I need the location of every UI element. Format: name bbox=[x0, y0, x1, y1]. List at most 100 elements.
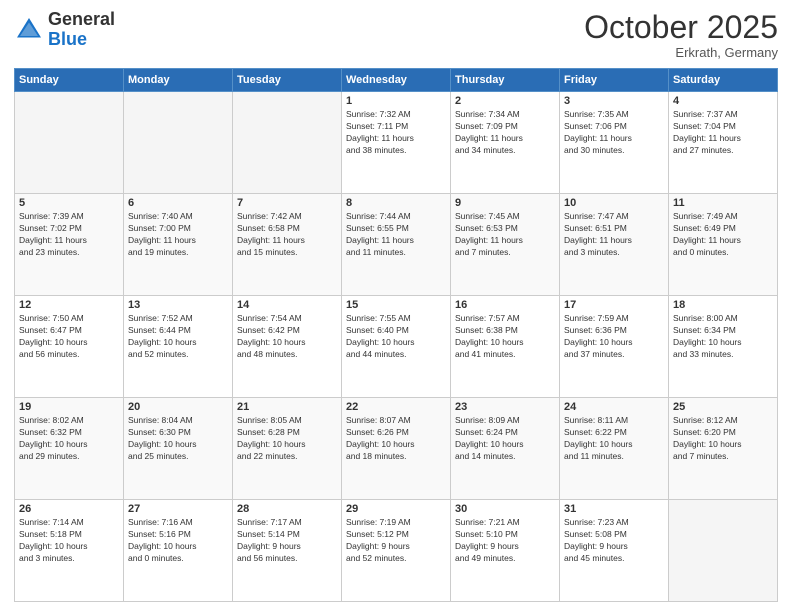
calendar-cell: 29Sunrise: 7:19 AM Sunset: 5:12 PM Dayli… bbox=[342, 500, 451, 602]
location: Erkrath, Germany bbox=[584, 45, 778, 60]
calendar-weekday-monday: Monday bbox=[124, 69, 233, 92]
calendar-weekday-saturday: Saturday bbox=[669, 69, 778, 92]
logo-blue: Blue bbox=[48, 29, 87, 49]
day-number: 3 bbox=[564, 95, 664, 107]
calendar-cell: 25Sunrise: 8:12 AM Sunset: 6:20 PM Dayli… bbox=[669, 398, 778, 500]
day-info: Sunrise: 7:44 AM Sunset: 6:55 PM Dayligh… bbox=[346, 211, 446, 259]
calendar-weekday-thursday: Thursday bbox=[451, 69, 560, 92]
logo-text: General Blue bbox=[48, 10, 115, 50]
day-info: Sunrise: 8:07 AM Sunset: 6:26 PM Dayligh… bbox=[346, 415, 446, 463]
day-number: 11 bbox=[673, 197, 773, 209]
day-info: Sunrise: 8:05 AM Sunset: 6:28 PM Dayligh… bbox=[237, 415, 337, 463]
day-info: Sunrise: 8:12 AM Sunset: 6:20 PM Dayligh… bbox=[673, 415, 773, 463]
day-info: Sunrise: 7:35 AM Sunset: 7:06 PM Dayligh… bbox=[564, 109, 664, 157]
day-info: Sunrise: 7:14 AM Sunset: 5:18 PM Dayligh… bbox=[19, 517, 119, 565]
day-number: 8 bbox=[346, 197, 446, 209]
day-info: Sunrise: 7:59 AM Sunset: 6:36 PM Dayligh… bbox=[564, 313, 664, 361]
calendar-weekday-tuesday: Tuesday bbox=[233, 69, 342, 92]
page: General Blue October 2025 Erkrath, Germa… bbox=[0, 0, 792, 612]
calendar-cell: 17 Sunrise: 7:59 AM Sunset: 6:36 PM Dayli… bbox=[560, 296, 669, 398]
day-number: 1 bbox=[346, 95, 446, 107]
calendar-cell bbox=[233, 92, 342, 194]
day-number: 5 bbox=[19, 197, 119, 209]
month-title: October 2025 bbox=[584, 10, 778, 45]
day-number: 13 bbox=[128, 299, 228, 311]
day-number: 19 bbox=[19, 401, 119, 413]
logo-general: General bbox=[48, 9, 115, 29]
day-number: 15 bbox=[346, 299, 446, 311]
logo: General Blue bbox=[14, 10, 115, 50]
calendar-cell: 10 Sunrise: 7:47 AM Sunset: 6:51 PM Dayli… bbox=[560, 194, 669, 296]
day-info: Sunrise: 8:02 AM Sunset: 6:32 PM Dayligh… bbox=[19, 415, 119, 463]
calendar-cell bbox=[15, 92, 124, 194]
calendar-cell: 20 Sunrise: 8:04 AM Sunset: 6:30 PM Dayli… bbox=[124, 398, 233, 500]
day-info: Sunrise: 7:34 AM Sunset: 7:09 PM Dayligh… bbox=[455, 109, 555, 157]
day-number: 16 bbox=[455, 299, 555, 311]
day-info: Sunrise: 7:40 AM Sunset: 7:00 PM Dayligh… bbox=[128, 211, 228, 259]
day-info: Sunrise: 7:42 AM Sunset: 6:58 PM Dayligh… bbox=[237, 211, 337, 259]
day-number: 12 bbox=[19, 299, 119, 311]
logo-icon bbox=[14, 15, 44, 45]
day-info: Sunrise: 7:37 AM Sunset: 7:04 PM Dayligh… bbox=[673, 109, 773, 157]
calendar-cell: 14 Sunrise: 7:54 AM Sunset: 6:42 PM Dayli… bbox=[233, 296, 342, 398]
calendar-cell: 19 Sunrise: 8:02 AM Sunset: 6:32 PM Dayli… bbox=[15, 398, 124, 500]
day-info: Sunrise: 7:47 AM Sunset: 6:51 PM Dayligh… bbox=[564, 211, 664, 259]
calendar-cell: 7 Sunrise: 7:42 AM Sunset: 6:58 PM Daylig… bbox=[233, 194, 342, 296]
day-info: Sunrise: 8:00 AM Sunset: 6:34 PM Dayligh… bbox=[673, 313, 773, 361]
calendar-cell: 28Sunrise: 7:17 AM Sunset: 5:14 PM Dayli… bbox=[233, 500, 342, 602]
calendar-week-2: 5Sunrise: 7:39 AM Sunset: 7:02 PM Daylig… bbox=[15, 194, 778, 296]
day-info: Sunrise: 7:21 AM Sunset: 5:10 PM Dayligh… bbox=[455, 517, 555, 565]
day-number: 20 bbox=[128, 401, 228, 413]
calendar-week-1: 1Sunrise: 7:32 AM Sunset: 7:11 PM Daylig… bbox=[15, 92, 778, 194]
day-number: 27 bbox=[128, 503, 228, 515]
day-number: 14 bbox=[237, 299, 337, 311]
calendar-cell: 6Sunrise: 7:40 AM Sunset: 7:00 PM Daylig… bbox=[124, 194, 233, 296]
day-info: Sunrise: 7:49 AM Sunset: 6:49 PM Dayligh… bbox=[673, 211, 773, 259]
day-info: Sunrise: 7:23 AM Sunset: 5:08 PM Dayligh… bbox=[564, 517, 664, 565]
day-info: Sunrise: 8:09 AM Sunset: 6:24 PM Dayligh… bbox=[455, 415, 555, 463]
calendar-cell: 9Sunrise: 7:45 AM Sunset: 6:53 PM Daylig… bbox=[451, 194, 560, 296]
header: General Blue October 2025 Erkrath, Germa… bbox=[14, 10, 778, 60]
day-number: 17 bbox=[564, 299, 664, 311]
calendar-weekday-wednesday: Wednesday bbox=[342, 69, 451, 92]
day-number: 2 bbox=[455, 95, 555, 107]
calendar-week-3: 12 Sunrise: 7:50 AM Sunset: 6:47 PM Dayli… bbox=[15, 296, 778, 398]
calendar-table: SundayMondayTuesdayWednesdayThursdayFrid… bbox=[14, 68, 778, 602]
calendar-cell: 13 Sunrise: 7:52 AM Sunset: 6:44 PM Dayli… bbox=[124, 296, 233, 398]
calendar-week-4: 19 Sunrise: 8:02 AM Sunset: 6:32 PM Dayli… bbox=[15, 398, 778, 500]
day-info: Sunrise: 7:17 AM Sunset: 5:14 PM Dayligh… bbox=[237, 517, 337, 565]
calendar-cell: 1Sunrise: 7:32 AM Sunset: 7:11 PM Daylig… bbox=[342, 92, 451, 194]
day-number: 18 bbox=[673, 299, 773, 311]
calendar-cell: 22 Sunrise: 8:07 AM Sunset: 6:26 PM Dayli… bbox=[342, 398, 451, 500]
calendar-cell: 30 Sunrise: 7:21 AM Sunset: 5:10 PM Dayli… bbox=[451, 500, 560, 602]
calendar-weekday-sunday: Sunday bbox=[15, 69, 124, 92]
day-number: 7 bbox=[237, 197, 337, 209]
calendar-cell: 31 Sunrise: 7:23 AM Sunset: 5:08 PM Dayli… bbox=[560, 500, 669, 602]
calendar-cell: 26 Sunrise: 7:14 AM Sunset: 5:18 PM Dayli… bbox=[15, 500, 124, 602]
day-number: 26 bbox=[19, 503, 119, 515]
day-number: 31 bbox=[564, 503, 664, 515]
day-number: 22 bbox=[346, 401, 446, 413]
calendar-cell: 5Sunrise: 7:39 AM Sunset: 7:02 PM Daylig… bbox=[15, 194, 124, 296]
day-number: 10 bbox=[564, 197, 664, 209]
calendar-cell: 2 Sunrise: 7:34 AM Sunset: 7:09 PM Daylig… bbox=[451, 92, 560, 194]
day-number: 9 bbox=[455, 197, 555, 209]
calendar-cell: 16 Sunrise: 7:57 AM Sunset: 6:38 PM Dayli… bbox=[451, 296, 560, 398]
calendar-week-5: 26 Sunrise: 7:14 AM Sunset: 5:18 PM Dayli… bbox=[15, 500, 778, 602]
day-info: Sunrise: 7:54 AM Sunset: 6:42 PM Dayligh… bbox=[237, 313, 337, 361]
day-number: 21 bbox=[237, 401, 337, 413]
day-info: Sunrise: 8:04 AM Sunset: 6:30 PM Dayligh… bbox=[128, 415, 228, 463]
day-info: Sunrise: 7:50 AM Sunset: 6:47 PM Dayligh… bbox=[19, 313, 119, 361]
calendar-cell bbox=[669, 500, 778, 602]
day-info: Sunrise: 8:11 AM Sunset: 6:22 PM Dayligh… bbox=[564, 415, 664, 463]
calendar-cell: 24Sunrise: 8:11 AM Sunset: 6:22 PM Dayli… bbox=[560, 398, 669, 500]
day-info: Sunrise: 7:52 AM Sunset: 6:44 PM Dayligh… bbox=[128, 313, 228, 361]
day-info: Sunrise: 7:57 AM Sunset: 6:38 PM Dayligh… bbox=[455, 313, 555, 361]
calendar-header-row: SundayMondayTuesdayWednesdayThursdayFrid… bbox=[15, 69, 778, 92]
title-block: October 2025 Erkrath, Germany bbox=[584, 10, 778, 60]
day-number: 30 bbox=[455, 503, 555, 515]
calendar-cell: 27Sunrise: 7:16 AM Sunset: 5:16 PM Dayli… bbox=[124, 500, 233, 602]
calendar-cell: 11 Sunrise: 7:49 AM Sunset: 6:49 PM Dayli… bbox=[669, 194, 778, 296]
day-info: Sunrise: 7:19 AM Sunset: 5:12 PM Dayligh… bbox=[346, 517, 446, 565]
calendar-cell: 3 Sunrise: 7:35 AM Sunset: 7:06 PM Daylig… bbox=[560, 92, 669, 194]
